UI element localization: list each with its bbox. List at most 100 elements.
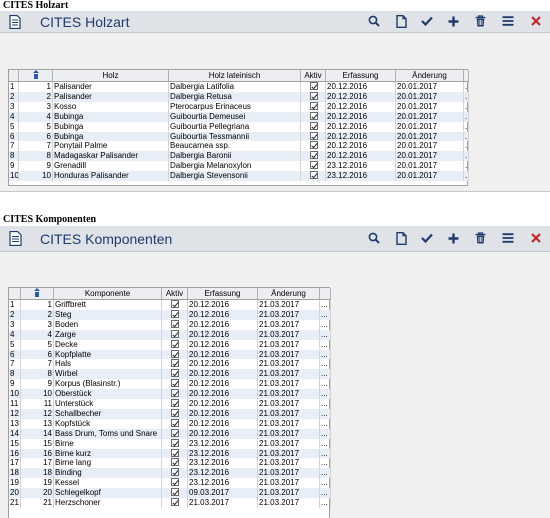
- table-row[interactable]: 8 8 Wirbel 20.12.2016 21.03.2017...: [9, 369, 331, 380]
- table-row[interactable]: 2 2 Steg 20.12.2016 21.03.2017...: [9, 309, 331, 320]
- aktiv-checkbox[interactable]: [171, 488, 179, 497]
- aktiv-checkbox[interactable]: [171, 379, 179, 388]
- more-cell[interactable]: ...: [320, 488, 331, 498]
- more-cell[interactable]: ...: [320, 468, 331, 479]
- aktiv-column-header[interactable]: Aktiv: [162, 288, 188, 300]
- holz-column-header[interactable]: Holz: [53, 70, 169, 82]
- table-row[interactable]: 3 3 Boden 20.12.2016 21.03.2017...: [9, 319, 331, 330]
- aktiv-checkbox[interactable]: [171, 369, 179, 378]
- aktiv-checkbox[interactable]: [171, 448, 179, 457]
- table-row[interactable]: 7 7 Ponytail Palme Beaucarnea ssp. 20.12.201…: [9, 141, 469, 152]
- more-cell[interactable]: ...: [320, 319, 331, 330]
- table-row[interactable]: 1 1 Griffbrett 20.12.2016 21.03.2017...: [9, 300, 331, 310]
- aktiv-checkbox[interactable]: [309, 82, 318, 90]
- aktiv-checkbox[interactable]: [171, 339, 179, 348]
- more-cell[interactable]: ...: [320, 448, 331, 459]
- more-cell[interactable]: ...: [464, 161, 469, 172]
- more-cell[interactable]: ...: [320, 418, 331, 429]
- id-column-header[interactable]: [19, 70, 53, 82]
- id-column-header[interactable]: [21, 288, 54, 300]
- more-cell[interactable]: ...: [320, 339, 331, 350]
- more-cell[interactable]: ...: [464, 131, 469, 142]
- aenderung-column-header[interactable]: Änderung: [396, 70, 464, 82]
- table-row[interactable]: 9 9 Grenadill Dalbergia Melanoxylon 23.12.20…: [9, 161, 469, 172]
- aktiv-checkbox[interactable]: [171, 418, 179, 427]
- more-column-header[interactable]: [464, 70, 469, 82]
- table-row[interactable]: 2 2 Palisander Dalbergia Retusa 20.12.2016 20…: [9, 91, 469, 102]
- table-row[interactable]: 13 13 Kopfstück 20.12.2016 21.03.2017...: [9, 418, 331, 429]
- table-row[interactable]: 6 6 Bubinga Guibourtia Tessmannii 20.12.2016…: [9, 131, 469, 142]
- erfassung-column-header[interactable]: Erfassung: [188, 288, 258, 300]
- table-row[interactable]: 5 5 Bubinga Guibourtia Pellegriana 20.12.201…: [9, 121, 469, 132]
- aktiv-checkbox[interactable]: [309, 131, 318, 140]
- table-row[interactable]: 9 9 Korpus (Blasinstr.) 20.12.2016 21.03.201…: [9, 379, 331, 390]
- more-cell[interactable]: ...: [320, 478, 331, 489]
- more-cell[interactable]: ...: [464, 121, 469, 132]
- table-row[interactable]: 4 4 Bubinga Guibourtia Demeusei 20.12.2016 20…: [9, 111, 469, 122]
- erfassung-column-header[interactable]: Erfassung: [326, 70, 396, 82]
- table-row[interactable]: 8 8 Madagaskar Palisander Dalbergia Baronii…: [9, 151, 469, 162]
- table-row[interactable]: 17 17 Birne lang 23.12.2016 21.03.2017...: [9, 458, 331, 469]
- table-row[interactable]: 21 21 Herzschoner 21.03.2017 21.03.2017...: [9, 498, 331, 508]
- menu-button[interactable]: [499, 13, 517, 31]
- holz-lateinisch-column-header[interactable]: Holz lateinisch: [169, 70, 301, 82]
- confirm-button[interactable]: [418, 13, 436, 31]
- add-button[interactable]: [444, 13, 462, 31]
- more-cell[interactable]: ...: [320, 329, 331, 340]
- more-cell[interactable]: ...: [464, 101, 469, 112]
- more-cell[interactable]: ...: [464, 91, 469, 102]
- delete-button[interactable]: [471, 13, 489, 31]
- more-cell[interactable]: ...: [464, 82, 469, 92]
- table-row[interactable]: 20 20 Schlegelkopf 09.03.2017 21.03.2017...: [9, 488, 331, 498]
- close-button[interactable]: [527, 230, 545, 248]
- aktiv-checkbox[interactable]: [309, 141, 318, 150]
- more-cell[interactable]: ...: [320, 359, 331, 370]
- aktiv-checkbox[interactable]: [171, 309, 179, 318]
- aktiv-checkbox[interactable]: [171, 389, 179, 398]
- aktiv-checkbox[interactable]: [171, 359, 179, 368]
- search-button[interactable]: [365, 13, 383, 31]
- more-cell[interactable]: ...: [320, 498, 331, 508]
- aktiv-checkbox[interactable]: [171, 300, 179, 308]
- more-cell[interactable]: ...: [320, 379, 331, 390]
- more-cell[interactable]: ...: [464, 171, 469, 181]
- more-cell[interactable]: ...: [320, 300, 331, 310]
- add-button[interactable]: [444, 230, 462, 248]
- table-row[interactable]: 10 10 Oberstück 20.12.2016 21.03.2017...: [9, 389, 331, 399]
- aktiv-checkbox[interactable]: [309, 111, 318, 120]
- table-row[interactable]: 19 19 Kessel 23.12.2016 21.03.2017...: [9, 478, 331, 489]
- aktiv-checkbox[interactable]: [171, 319, 179, 328]
- new-button[interactable]: [392, 230, 410, 248]
- table-row[interactable]: 15 15 Birne 23.12.2016 21.03.2017...: [9, 438, 331, 449]
- aktiv-checkbox[interactable]: [309, 161, 318, 170]
- table-row[interactable]: 10 10 Honduras Palisander Dalbergia Stevens…: [9, 171, 469, 181]
- aktiv-checkbox[interactable]: [171, 329, 179, 338]
- more-cell[interactable]: ...: [464, 151, 469, 162]
- delete-button[interactable]: [471, 230, 489, 248]
- table-row[interactable]: 11 11 Unterstück 20.12.2016 21.03.2017...: [9, 399, 331, 409]
- table-row[interactable]: 5 5 Decke 20.12.2016 21.03.2017...: [9, 339, 331, 350]
- aktiv-checkbox[interactable]: [171, 428, 179, 437]
- more-column-header[interactable]: [320, 288, 331, 300]
- more-cell[interactable]: ...: [464, 111, 469, 122]
- table-row[interactable]: 3 3 Kosso Pterocarpus Erinaceus 20.12.2016 20…: [9, 101, 469, 112]
- menu-button[interactable]: [499, 230, 517, 248]
- aktiv-column-header[interactable]: Aktiv: [301, 70, 326, 82]
- aktiv-checkbox[interactable]: [171, 498, 179, 506]
- more-cell[interactable]: ...: [320, 309, 331, 320]
- more-cell[interactable]: ...: [320, 389, 331, 399]
- aktiv-checkbox[interactable]: [309, 151, 318, 160]
- table-row[interactable]: 6 6 Kopfplatte 20.12.2016 21.03.2017...: [9, 349, 331, 360]
- aktiv-checkbox[interactable]: [309, 91, 318, 100]
- aktiv-checkbox[interactable]: [171, 438, 179, 447]
- aktiv-checkbox[interactable]: [171, 408, 179, 417]
- table-row[interactable]: 16 16 Birne kurz 23.12.2016 21.03.2017...: [9, 448, 331, 459]
- aktiv-checkbox[interactable]: [309, 171, 318, 180]
- table-row[interactable]: 4 4 Zarge 20.12.2016 21.03.2017...: [9, 329, 331, 340]
- more-cell[interactable]: ...: [320, 349, 331, 360]
- confirm-button[interactable]: [418, 230, 436, 248]
- more-cell[interactable]: ...: [320, 428, 331, 439]
- more-cell[interactable]: ...: [464, 141, 469, 152]
- komponente-column-header[interactable]: Komponente: [54, 288, 162, 300]
- close-button[interactable]: [527, 13, 545, 31]
